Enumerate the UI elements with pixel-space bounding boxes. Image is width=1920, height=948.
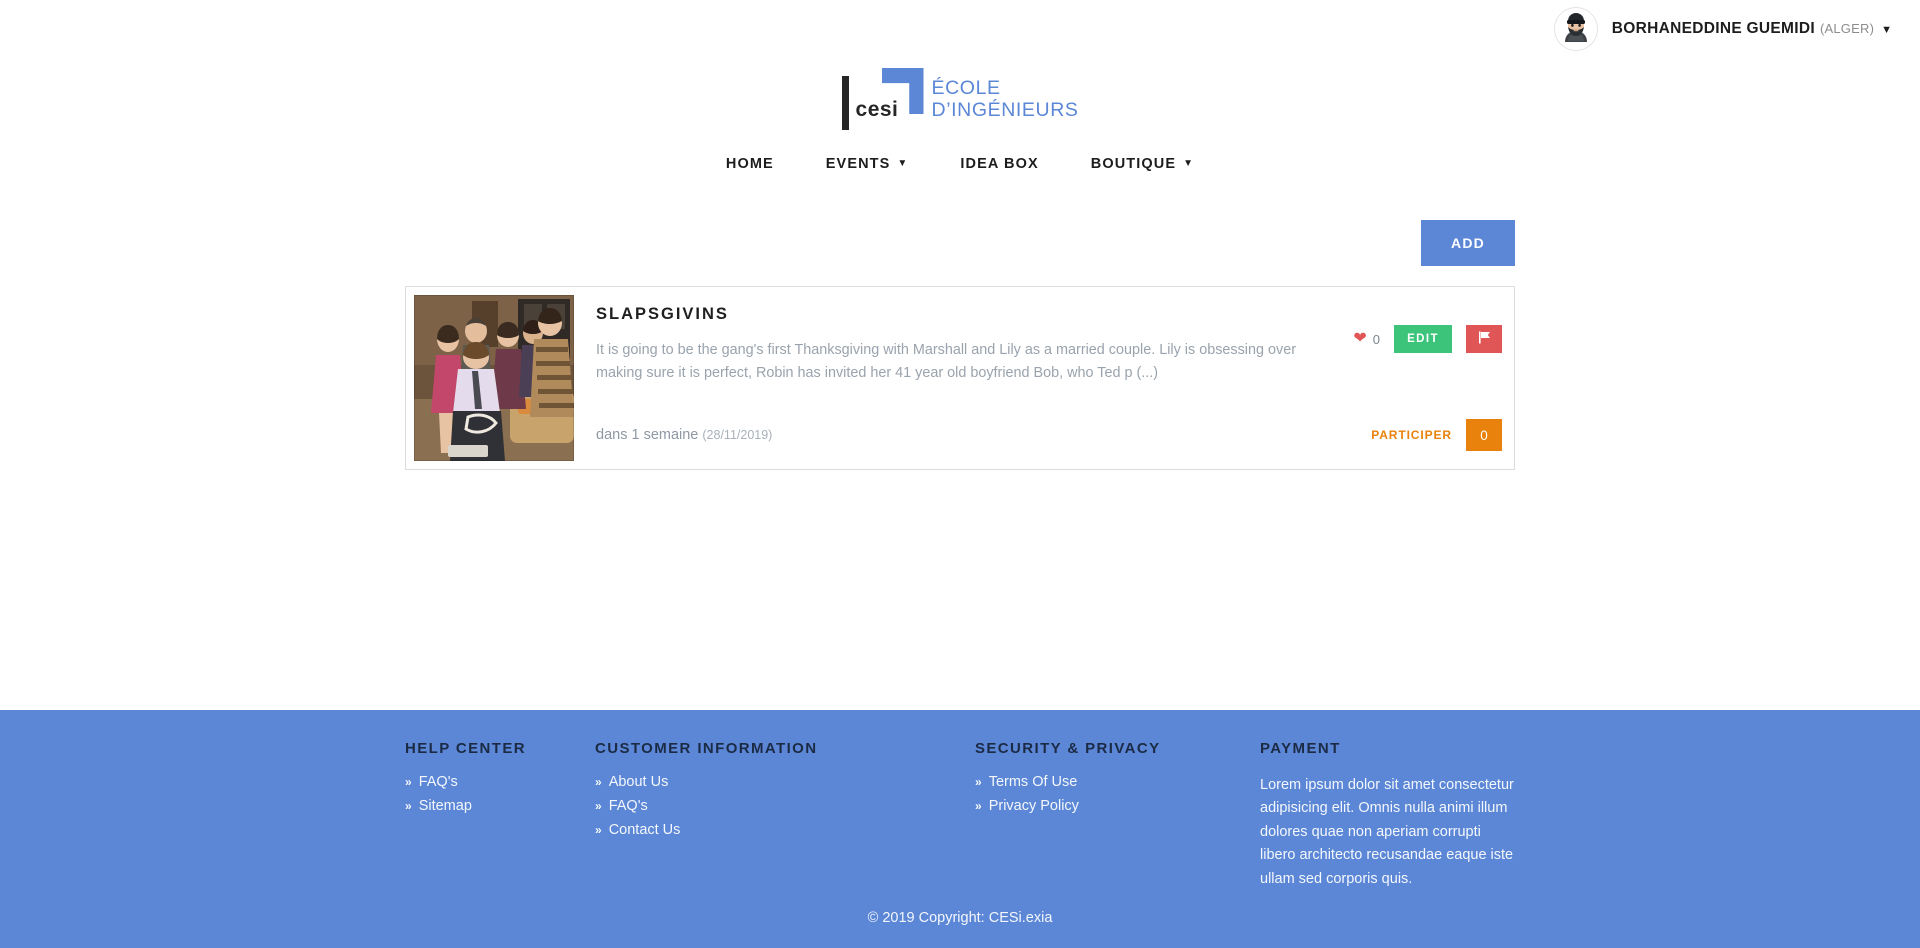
footer-column-help-center: HELP CENTER » FAQ's » Sitemap [405,740,595,891]
chevron-right-icon: » [595,775,602,789]
footer-column-title: CUSTOMER INFORMATION [595,740,818,757]
event-date: dans 1 semaine (28/11/2019) [596,427,1371,443]
footer-link-contact-us[interactable]: » Contact Us [595,822,975,838]
nav-item-label: BOUTIQUE [1090,156,1177,172]
footer-link-privacy-policy[interactable]: » Privacy Policy [975,798,1260,814]
logo-tagline-line1: ÉCOLE [931,77,1001,100]
nav-item-label: IDEA BOX [960,156,1039,172]
event-card-top-row: SLAPSGIVINS It is going to be the gang's… [596,305,1502,386]
footer-payment-text: Lorem ipsum dolor sit amet consectetur a… [1260,777,1514,887]
event-card-bottom-row: dans 1 semaine (28/11/2019) PARTICIPER 0 [596,419,1502,457]
logo-bar-shape [841,76,849,130]
event-thumbnail[interactable] [414,295,574,461]
nav-item-events[interactable]: EVENTS ▼ [826,156,909,172]
nav-item-idea-box[interactable]: IDEA BOX [960,156,1038,172]
footer-link-label: FAQ's [608,798,648,814]
logo-lockup: cesi ÉCOLE D’INGÉNIEURS [841,66,1079,130]
chevron-right-icon: » [595,799,602,813]
footer-link-terms-of-use[interactable]: » Terms Of Use [975,774,1260,790]
avatar [1553,7,1598,51]
logo-wordmark: cesi [855,98,899,121]
site-logo[interactable]: cesi ÉCOLE D’INGÉNIEURS [0,66,1920,130]
logo-tagline-line2: D’INGÉNIEURS [931,99,1079,122]
flag-button[interactable] [1466,325,1502,353]
footer-link-about-us[interactable]: » About Us [595,774,975,790]
like-count: 0 [1372,331,1380,347]
footer-link-label: About Us [608,774,669,790]
event-date-relative: dans 1 semaine [596,427,699,443]
footer-link-label: Privacy Policy [988,798,1079,814]
chevron-right-icon: » [975,775,982,789]
event-text-block: SLAPSGIVINS It is going to be the gang's… [596,305,1353,386]
nav-item-boutique[interactable]: BOUTIQUE ▼ [1091,156,1194,172]
chevron-right-icon: » [405,775,412,789]
footer-column-payment: PAYMENT Lorem ipsum dolor sit amet conse… [1260,740,1515,891]
content-toolbar: ADD [405,220,1515,266]
participate-count-badge: 0 [1466,419,1502,451]
event-date-absolute: (28/11/2019) [702,428,773,442]
user-city: (ALGER) [1819,21,1875,36]
user-name-group: BORHANEDDINE GUEMIDI (ALGER) ▼ [1612,20,1892,38]
top-user-bar: BORHANEDDINE GUEMIDI (ALGER) ▼ [0,0,1920,58]
footer-column-title: SECURITY & PRIVACY [975,740,1161,757]
chevron-down-icon: ▼ [1183,158,1195,169]
footer-link-sitemap[interactable]: » Sitemap [405,798,595,814]
footer-link-label: Terms Of Use [988,774,1078,790]
participate-button[interactable]: PARTICIPER [1371,428,1452,442]
footer-link-label: Contact Us [608,822,681,838]
footer-link-faqs[interactable]: » FAQ's [595,798,975,814]
footer-column-security-privacy: SECURITY & PRIVACY » Terms Of Use » Priv… [975,740,1260,891]
footer-link-label: FAQ's [418,774,458,790]
chevron-right-icon: » [405,799,412,813]
edit-button[interactable]: EDIT [1394,325,1452,353]
chevron-down-icon: ▼ [897,158,909,169]
footer-column-title: HELP CENTER [405,740,526,757]
footer-column-customer-information: CUSTOMER INFORMATION » About Us » FAQ's … [595,740,975,891]
event-description: It is going to be the gang's first Thank… [596,342,1296,382]
event-card: SLAPSGIVINS It is going to be the gang's… [405,286,1515,470]
user-menu[interactable]: BORHANEDDINE GUEMIDI (ALGER) ▼ [1553,7,1892,51]
flag-icon [1478,331,1491,347]
event-title: SLAPSGIVINS [596,305,729,323]
main-navigation: HOME EVENTS ▼ IDEA BOX BOUTIQUE ▼ [0,156,1920,172]
nav-item-label: EVENTS [825,156,891,172]
footer-link-faqs[interactable]: » FAQ's [405,774,595,790]
footer-column-title: PAYMENT [1260,740,1341,757]
footer-columns: HELP CENTER » FAQ's » Sitemap CUSTOMER I… [405,710,1515,891]
footer-link-label: Sitemap [418,798,472,814]
nav-item-label: HOME [725,156,774,172]
copyright-text: © 2019 Copyright: CESi.exia [867,910,1053,926]
site-footer: HELP CENTER » FAQ's » Sitemap CUSTOMER I… [0,710,1920,948]
event-card-body: SLAPSGIVINS It is going to be the gang's… [574,295,1506,461]
event-actions: ❤ 0 EDIT [1353,305,1502,353]
main-content: ADD SLAPSGIVINS It is going to be the ga… [405,172,1515,470]
add-button[interactable]: ADD [1421,220,1515,266]
nav-item-home[interactable]: HOME [726,156,774,172]
chevron-down-icon[interactable]: ▼ [1881,24,1892,36]
cesi-logo-mark: cesi [841,68,924,130]
chevron-right-icon: » [975,799,982,813]
logo-tagline: ÉCOLE D’INGÉNIEURS [932,78,1079,130]
chevron-right-icon: » [595,823,602,837]
heart-icon: ❤ [1353,330,1367,347]
user-name: BORHANEDDINE GUEMIDI [1611,20,1815,37]
participate-control: PARTICIPER 0 [1371,419,1502,451]
like-control[interactable]: ❤ 0 [1353,331,1380,347]
